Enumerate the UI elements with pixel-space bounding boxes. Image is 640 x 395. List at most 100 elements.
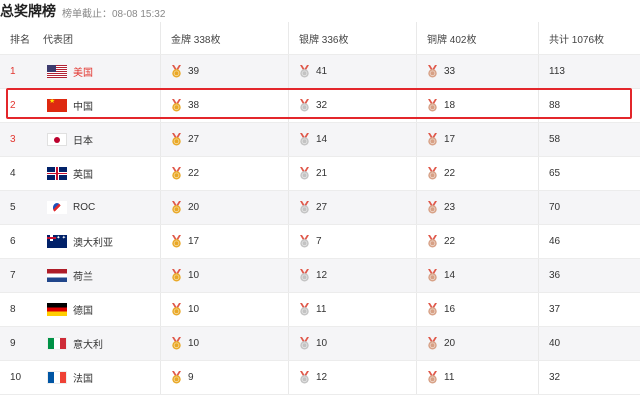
bronze-cell: 22 [416, 225, 538, 258]
gold-count: 17 [188, 236, 200, 247]
bronze-cell: 11 [416, 361, 538, 394]
gold-count: 39 [188, 66, 200, 77]
gold-medal-icon [171, 201, 182, 214]
gold-count: 10 [188, 338, 200, 349]
total-cell: 36 [538, 259, 640, 292]
silver-count: 32 [316, 100, 328, 111]
silver-count: 21 [316, 168, 328, 179]
team-name: 德国 [73, 306, 93, 317]
silver-cell: 7 [288, 225, 416, 258]
gold-cell: 9 [160, 361, 288, 394]
bronze-medal-icon [427, 133, 438, 146]
table-row[interactable]: 10 法国 9 12 11 32 [0, 361, 640, 395]
table-row[interactable]: 7 荷兰 10 12 14 36 [0, 259, 640, 293]
gold-medal-icon [171, 65, 182, 78]
column-header-bronze[interactable]: 铜牌 402枚 [416, 22, 538, 54]
silver-medal-icon [299, 65, 310, 78]
table-row[interactable]: 8 德国 10 11 16 37 [0, 293, 640, 327]
column-header-total[interactable]: 共计 1076枚 [538, 22, 640, 54]
silver-medal-icon [299, 303, 310, 316]
bronze-medal-icon [427, 269, 438, 282]
gold-cell: 10 [160, 293, 288, 326]
total-cell: 113 [538, 55, 640, 88]
bronze-cell: 33 [416, 55, 538, 88]
gold-count: 20 [188, 202, 200, 213]
bronze-cell: 18 [416, 89, 538, 122]
bronze-count: 33 [444, 66, 456, 77]
rank-cell: 8 [10, 304, 16, 315]
team-cell[interactable]: 荷兰 [33, 259, 160, 292]
team-cell[interactable]: 法国 [33, 361, 160, 394]
bronze-count: 11 [444, 372, 455, 383]
gold-cell: 17 [160, 225, 288, 258]
table-header-row: 排名 代表团 金牌 338枚 银牌 336枚 铜牌 402枚 共计 1076枚 [0, 22, 640, 55]
silver-count: 14 [316, 134, 328, 145]
nl-flag-icon [47, 269, 67, 282]
team-name: ROC [73, 202, 96, 213]
team-cell[interactable]: 美国 [33, 55, 160, 88]
rank-cell: 6 [10, 236, 16, 247]
silver-cell: 32 [288, 89, 416, 122]
silver-medal-icon [299, 269, 310, 282]
team-cell[interactable]: 澳大利亚 [33, 225, 160, 258]
gold-cell: 38 [160, 89, 288, 122]
table-row[interactable]: 4 英国 22 21 22 65 [0, 157, 640, 191]
team-name: 日本 [73, 136, 93, 147]
silver-count: 7 [316, 236, 322, 247]
silver-cell: 12 [288, 259, 416, 292]
total-cell: 32 [538, 361, 640, 394]
page-header: 总奖牌榜 榜单截止：08-08 15:32 [0, 0, 640, 22]
team-cell[interactable]: 英国 [33, 157, 160, 190]
total-cell: 65 [538, 157, 640, 190]
bronze-cell: 17 [416, 123, 538, 156]
column-header-gold[interactable]: 金牌 338枚 [160, 22, 288, 54]
gold-medal-icon [171, 371, 182, 384]
total-cell: 58 [538, 123, 640, 156]
team-cell[interactable]: 意大利 [33, 327, 160, 360]
silver-cell: 41 [288, 55, 416, 88]
bronze-medal-icon [427, 371, 438, 384]
column-header-team[interactable]: 代表团 [33, 22, 160, 54]
gold-count: 38 [188, 100, 200, 111]
silver-medal-icon [299, 235, 310, 248]
silver-cell: 11 [288, 293, 416, 326]
bronze-cell: 14 [416, 259, 538, 292]
deadline-timestamp: 榜单截止：08-08 15:32 [62, 8, 166, 20]
bronze-medal-icon [427, 337, 438, 350]
table-row[interactable]: 5 ROC 20 27 23 70 [0, 191, 640, 225]
total-cell: 88 [538, 89, 640, 122]
gold-count: 22 [188, 168, 200, 179]
bronze-cell: 16 [416, 293, 538, 326]
table-row[interactable]: 3 日本 27 14 17 58 [0, 123, 640, 157]
column-header-silver[interactable]: 银牌 336枚 [288, 22, 416, 54]
silver-cell: 27 [288, 191, 416, 224]
rank-cell: 1 [10, 66, 16, 77]
total-cell: 46 [538, 225, 640, 258]
team-cell[interactable]: ROC [33, 191, 160, 224]
bronze-count: 18 [444, 100, 456, 111]
team-name: 荷兰 [73, 272, 93, 283]
bronze-count: 22 [444, 236, 456, 247]
table-row[interactable]: 6 澳大利亚 17 7 22 46 [0, 225, 640, 259]
team-cell[interactable]: 中国 [33, 89, 160, 122]
gold-count: 10 [188, 304, 200, 315]
table-row[interactable]: 9 意大利 10 10 20 40 [0, 327, 640, 361]
roc-flag-icon [47, 201, 67, 214]
silver-medal-icon [299, 99, 310, 112]
table-row[interactable]: 2 中国 38 32 18 88 [0, 89, 640, 123]
team-cell[interactable]: 德国 [33, 293, 160, 326]
gold-cell: 10 [160, 259, 288, 292]
column-header-rank[interactable]: 排名 [0, 22, 33, 54]
silver-medal-icon [299, 167, 310, 180]
fr-flag-icon [47, 371, 67, 384]
it-flag-icon [47, 337, 67, 350]
silver-cell: 21 [288, 157, 416, 190]
gold-medal-icon [171, 269, 182, 282]
bronze-count: 16 [444, 304, 456, 315]
silver-count: 10 [316, 338, 328, 349]
team-cell[interactable]: 日本 [33, 123, 160, 156]
us-flag-icon [47, 65, 67, 78]
team-name: 英国 [73, 170, 93, 181]
rank-cell: 4 [10, 168, 16, 179]
table-row[interactable]: 1 美国 39 41 33 113 [0, 55, 640, 89]
